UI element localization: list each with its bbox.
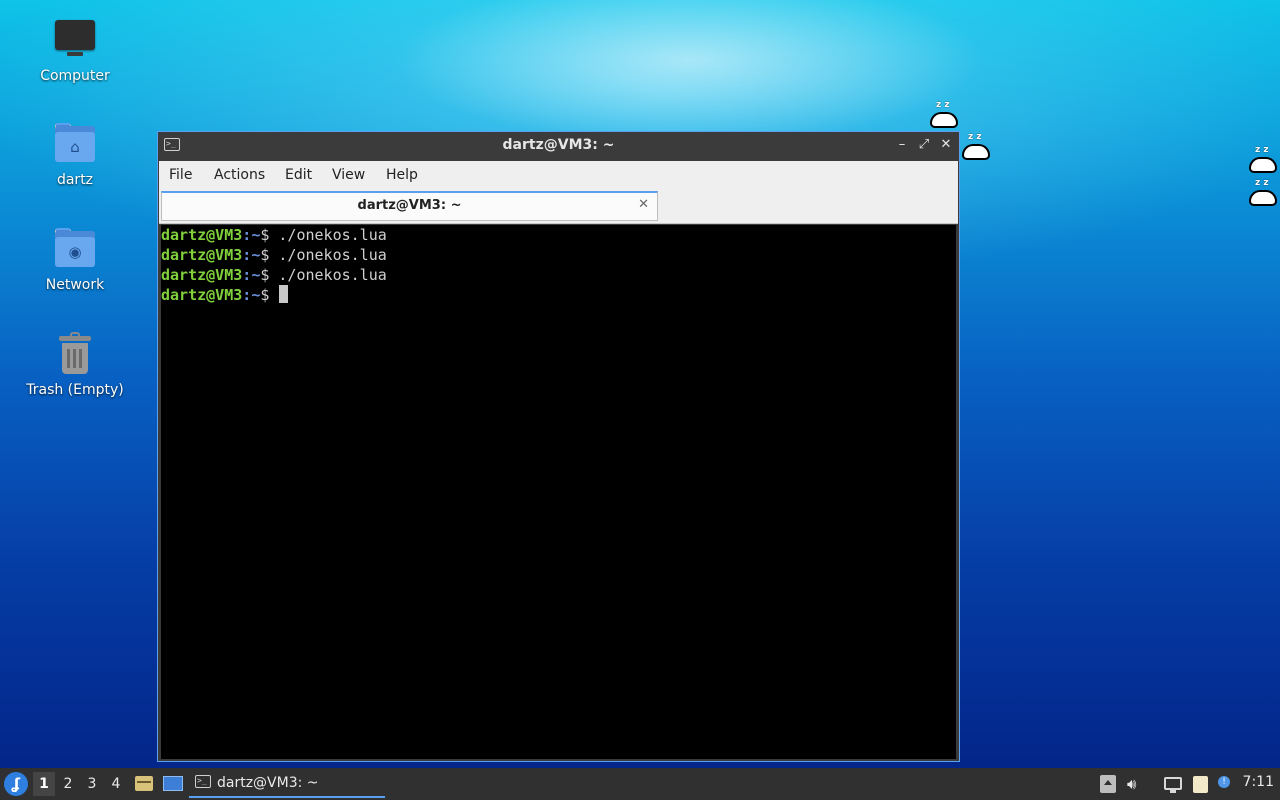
network-folder-icon: ◉: [53, 227, 97, 271]
taskbar-task-terminal[interactable]: >_ dartz@VM3: ~: [189, 770, 385, 798]
terminal-app-icon: >_: [195, 775, 211, 788]
notification-icon[interactable]: !: [1216, 775, 1234, 793]
tab-close-icon[interactable]: ✕: [638, 197, 649, 212]
menu-view[interactable]: View: [332, 167, 365, 183]
volume-icon[interactable]: 🔊︎: [1127, 775, 1145, 793]
task-title: dartz@VM3: ~: [217, 775, 319, 791]
start-menu-button[interactable]: ʆ: [4, 772, 28, 796]
workspace-2[interactable]: 2: [57, 772, 79, 796]
trash-icon: [53, 332, 97, 376]
show-desktop-icon[interactable]: [163, 774, 183, 792]
clipboard-icon[interactable]: [1191, 775, 1209, 793]
desktop-icon-computer[interactable]: Computer: [20, 18, 130, 84]
menu-help[interactable]: Help: [386, 167, 418, 183]
tray-expand-icon[interactable]: [1099, 775, 1117, 793]
tab-label: dartz@VM3: ~: [357, 198, 462, 213]
taskbar: ʆ 1 2 3 4 >_ dartz@VM3: ~ 🔊︎ ! 7:11: [0, 768, 1280, 800]
terminal-line: dartz@VM3:~$ ./onekos.lua: [161, 226, 387, 244]
menu-bar: File Actions Edit View Help: [159, 161, 958, 191]
terminal-prompt-line[interactable]: dartz@VM3:~$: [161, 285, 956, 305]
workspace-1[interactable]: 1: [33, 772, 55, 796]
window-titlebar[interactable]: >_ dartz@VM3: ~ – ⤢ ✕: [158, 132, 959, 160]
sleeping-cat-icon: z z: [1247, 145, 1279, 175]
text-cursor: [279, 285, 289, 303]
minimize-button[interactable]: –: [893, 136, 911, 154]
window-title: dartz@VM3: ~: [502, 137, 615, 153]
terminal-line: dartz@VM3:~$ ./onekos.lua: [161, 266, 387, 284]
desktop-icon-label: dartz: [56, 172, 94, 188]
desktop-icon-label: Computer: [40, 68, 110, 84]
menu-edit[interactable]: Edit: [285, 167, 312, 183]
network-icon[interactable]: [1164, 775, 1182, 793]
terminal-window[interactable]: >_ dartz@VM3: ~ – ⤢ ✕ File Actions Edit …: [157, 131, 960, 762]
lxqt-logo-icon: ʆ: [11, 775, 21, 793]
menu-file[interactable]: File: [169, 167, 192, 183]
menu-actions[interactable]: Actions: [214, 167, 265, 183]
home-folder-icon: ⌂: [53, 122, 97, 166]
maximize-button[interactable]: ⤢: [915, 136, 933, 154]
desktop-icon-trash[interactable]: Trash (Empty): [20, 332, 130, 398]
terminal-line: dartz@VM3:~$ ./onekos.lua: [161, 246, 387, 264]
desktop-icon-dartz[interactable]: ⌂ dartz: [20, 122, 130, 188]
desktop-icon-label: Network: [45, 277, 105, 293]
workspace-3[interactable]: 3: [81, 772, 103, 796]
tab-terminal[interactable]: dartz@VM3: ~ ✕: [161, 191, 658, 221]
sleeping-cat-icon: z z: [1247, 178, 1279, 208]
tab-bar: dartz@VM3: ~ ✕: [159, 191, 958, 224]
clock[interactable]: 7:11: [1243, 774, 1274, 790]
desktop-icon-label: Trash (Empty): [26, 382, 124, 398]
computer-icon: [53, 18, 97, 62]
sleeping-cat-icon: z z: [960, 132, 992, 162]
file-manager-icon[interactable]: [134, 774, 154, 792]
close-button[interactable]: ✕: [937, 136, 955, 154]
sleeping-cat-icon: z z: [928, 100, 960, 130]
desktop-icon-network[interactable]: ◉ Network: [20, 227, 130, 293]
terminal-output[interactable]: dartz@VM3:~$ ./onekos.lua dartz@VM3:~$ .…: [161, 225, 956, 759]
workspace-4[interactable]: 4: [105, 772, 127, 796]
